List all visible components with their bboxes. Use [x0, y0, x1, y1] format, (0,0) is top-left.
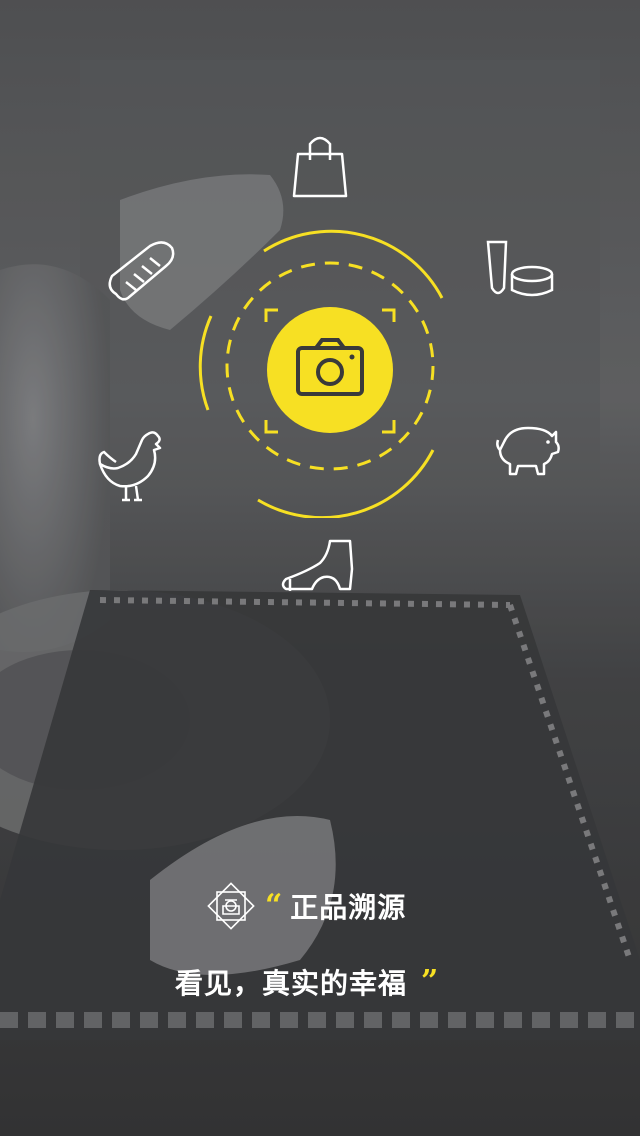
cosmetics-icon	[486, 240, 554, 297]
bread-icon	[108, 241, 175, 301]
tagline-line-1: “ 正品溯源	[205, 880, 406, 932]
tagline-subtitle: 看见，真实的幸福	[175, 967, 408, 1000]
high-heel-shoe-icon	[281, 539, 354, 591]
close-quote: ”	[421, 964, 439, 999]
scan-button[interactable]	[180, 218, 480, 518]
chicken-icon	[98, 431, 162, 502]
pig-icon	[496, 426, 560, 476]
tagline-line-2: 看见，真实的幸福 ”	[175, 962, 438, 1002]
tagline-title: 正品溯源	[290, 891, 407, 924]
geometric-logo-icon	[207, 882, 255, 930]
open-quote: “	[265, 888, 283, 923]
shopping-bag-icon	[292, 136, 348, 198]
